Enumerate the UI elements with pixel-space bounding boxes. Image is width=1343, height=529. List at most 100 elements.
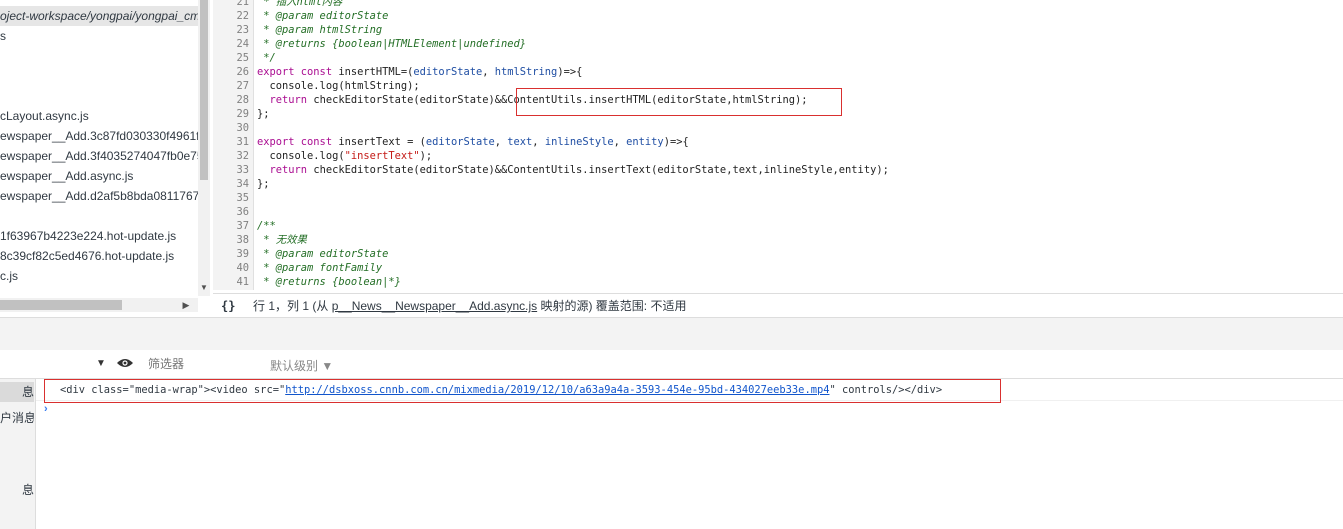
file-tree-item[interactable]: c.js bbox=[0, 266, 18, 286]
console-sidebar-item[interactable]: 息 bbox=[0, 480, 34, 500]
code-line: 37 /** bbox=[213, 219, 275, 233]
code-token: , bbox=[532, 136, 545, 148]
console-filter-input[interactable] bbox=[142, 353, 274, 375]
code-token: , bbox=[494, 136, 508, 148]
code-text: * 插入html内容 bbox=[257, 0, 342, 9]
code-token: htmlString bbox=[494, 66, 558, 78]
highlight-box-insert-html bbox=[516, 88, 842, 116]
code-text: * @returns {boolean|HTMLElement|undefine… bbox=[257, 37, 526, 51]
code-text: * @param editorState bbox=[257, 9, 388, 23]
file-tree-item[interactable]: ewspaper__Add.async.js bbox=[0, 166, 133, 186]
code-token: }; bbox=[257, 108, 270, 120]
code-token: */ bbox=[257, 52, 276, 64]
code-token: )=>{ bbox=[557, 66, 583, 78]
context-dropdown-arrow-icon[interactable]: ▼ bbox=[96, 358, 106, 369]
line-number: 29 bbox=[236, 108, 249, 120]
scroll-right-arrow-icon[interactable]: ▶ bbox=[180, 298, 192, 312]
console-sidebar-item[interactable]: 户消息 bbox=[0, 408, 34, 428]
status-suffix: 映射的源) 覆盖范围: 不适用 bbox=[537, 299, 687, 313]
code-line: 38 * 无效果 bbox=[213, 233, 306, 247]
file-tree-item[interactable]: ewspaper__Add.3c87fd030330f4961fa bbox=[0, 126, 198, 146]
code-token: console.log( bbox=[257, 150, 345, 162]
code-token: return bbox=[269, 164, 314, 176]
console-sidebar-item[interactable]: 息 bbox=[0, 382, 34, 402]
code-line: 27 console.log(htmlString); bbox=[213, 79, 419, 93]
status-prefix: 行 1，列 1 (从 bbox=[253, 299, 332, 313]
line-number: 37 bbox=[236, 220, 249, 232]
log-level-select[interactable]: 默认级别 ▼ bbox=[270, 357, 333, 374]
console-sidebar-item[interactable] bbox=[0, 434, 34, 454]
code-line: 34}; bbox=[213, 177, 269, 191]
file-tree-item[interactable]: 8c39cf82c5ed4676.hot-update.js bbox=[0, 246, 174, 266]
file-tree-item[interactable]: s bbox=[0, 26, 6, 46]
line-number: 21 bbox=[236, 0, 249, 8]
source-map-link[interactable]: p__News__Newspaper__Add.async.js bbox=[332, 299, 537, 313]
line-number: 38 bbox=[236, 234, 249, 246]
code-line: 36 bbox=[213, 205, 249, 219]
code-token: ); bbox=[419, 150, 433, 162]
drawer-separator[interactable] bbox=[0, 317, 1343, 351]
code-token: return bbox=[269, 94, 314, 106]
line-number: 27 bbox=[236, 80, 249, 92]
line-number: 22 bbox=[236, 10, 249, 22]
code-token: console.log(htmlString); bbox=[257, 80, 420, 92]
code-text: */ bbox=[257, 51, 276, 65]
line-number: 40 bbox=[236, 262, 249, 274]
code-token: * @param htmlString bbox=[257, 24, 383, 36]
code-text: /** bbox=[257, 219, 276, 233]
code-token: checkEditorState(editorState)&&ContentUt… bbox=[313, 164, 889, 176]
eye-icon[interactable] bbox=[116, 357, 134, 369]
file-tree-item[interactable]: ewspaper__Add.d2af5b8bda08117674 bbox=[0, 186, 198, 206]
code-line: 41 * @returns {boolean|*} bbox=[213, 275, 400, 289]
code-token: insertText = ( bbox=[338, 136, 426, 148]
code-token: * 无效果 bbox=[257, 234, 307, 246]
line-number: 34 bbox=[236, 178, 249, 190]
console-sidebar-item[interactable] bbox=[0, 460, 34, 480]
console-prompt-icon[interactable]: › bbox=[44, 403, 48, 415]
code-token: * 插入html内容 bbox=[257, 0, 343, 8]
code-text: * @param editorState bbox=[257, 247, 388, 261]
code-text: console.log("insertText"); bbox=[257, 149, 433, 163]
file-tree-item[interactable]: ewspaper__Add.3f4035274047fb0e752 bbox=[0, 146, 198, 166]
line-number: 26 bbox=[236, 66, 249, 78]
code-text: return checkEditorState(editorState)&&Co… bbox=[257, 163, 889, 177]
code-text: }; bbox=[257, 107, 270, 121]
pretty-print-button[interactable]: {} bbox=[221, 294, 235, 318]
code-token: , bbox=[613, 136, 627, 148]
file-navigator: oject-workspace/yongpai/yongpai_cms s cLay… bbox=[0, 0, 198, 296]
line-number: 25 bbox=[236, 52, 249, 64]
cursor-position-status: 行 1，列 1 (从 p__News__Newspaper__Add.async… bbox=[253, 294, 686, 318]
code-text: }; bbox=[257, 177, 270, 191]
code-token: insertHTML=( bbox=[338, 66, 414, 78]
code-token: export const bbox=[257, 66, 339, 78]
file-tree-item[interactable]: 1f63967b4223e224.hot-update.js bbox=[0, 226, 176, 246]
file-tree-item[interactable]: cLayout.async.js bbox=[0, 106, 89, 126]
file-tree-horizontal-thumb[interactable] bbox=[0, 300, 122, 310]
line-number: 24 bbox=[236, 38, 249, 50]
code-line: 40 * @param fontFamily bbox=[213, 261, 382, 275]
code-line: 30 bbox=[213, 121, 249, 135]
code-text: export const insertText = (editorState, … bbox=[257, 135, 689, 149]
file-tree-scroll-thumb[interactable] bbox=[200, 0, 208, 180]
code-token: editorState bbox=[425, 136, 495, 148]
scroll-down-arrow-icon[interactable]: ▼ bbox=[199, 283, 209, 293]
line-number: 32 bbox=[236, 150, 249, 162]
line-number: 33 bbox=[236, 164, 249, 176]
code-line: 31 export const insertText = (editorState… bbox=[213, 135, 688, 149]
code-token: * @param editorState bbox=[257, 248, 389, 260]
code-text: * @returns {boolean|*} bbox=[257, 275, 401, 289]
code-token: export const bbox=[257, 136, 339, 148]
code-token: * @param editorState bbox=[257, 10, 389, 22]
line-number: 30 bbox=[236, 122, 249, 134]
code-line: 25 */ bbox=[213, 51, 275, 65]
code-line: 23 * @param htmlString bbox=[213, 23, 382, 37]
code-line: 35 bbox=[213, 191, 249, 205]
highlight-box-console-message bbox=[44, 379, 1001, 403]
line-number: 36 bbox=[236, 206, 249, 218]
file-tree-item[interactable]: oject-workspace/yongpai/yongpai_cms bbox=[0, 6, 198, 26]
code-line: 32 console.log("insertText"); bbox=[213, 149, 432, 163]
code-token: "insertText" bbox=[344, 150, 420, 162]
line-number: 35 bbox=[236, 192, 249, 204]
